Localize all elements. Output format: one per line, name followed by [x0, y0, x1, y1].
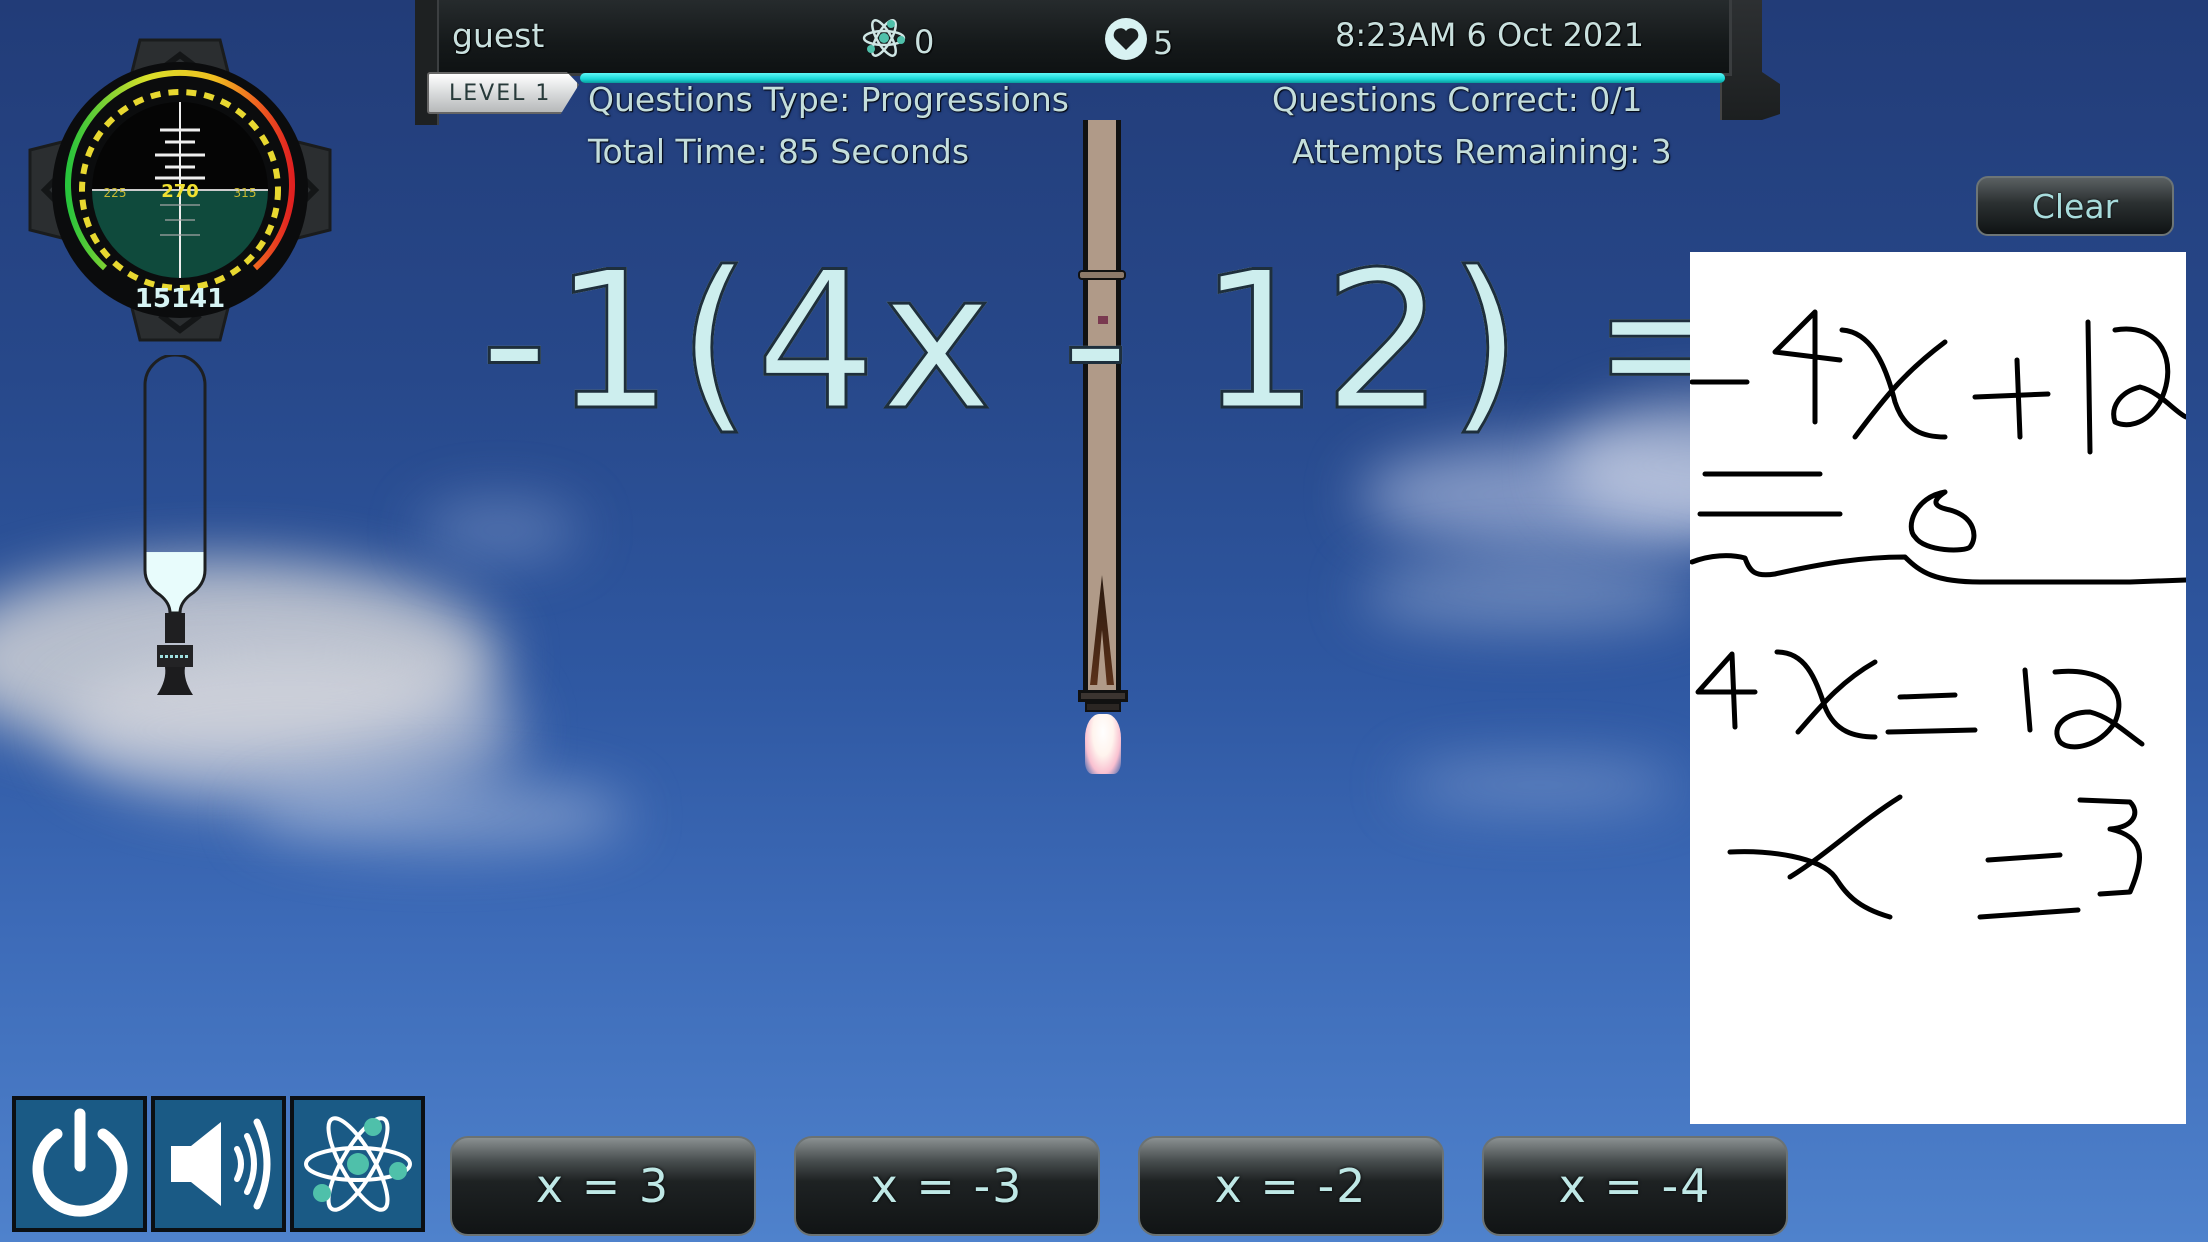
question-type: Questions Type: Progressions — [588, 80, 1069, 119]
cloud — [250, 780, 630, 850]
rocket-engine — [1085, 702, 1121, 712]
speaker-icon — [170, 1118, 270, 1210]
total-time: Total Time: 85 Seconds — [588, 132, 970, 171]
fuel-tank — [135, 353, 215, 705]
power-icon — [32, 1108, 127, 1217]
cloud — [420, 500, 580, 560]
stroke — [1972, 357, 2051, 440]
stroke — [1772, 309, 1843, 425]
stroke — [1885, 692, 1978, 735]
rocket-base — [1078, 690, 1128, 702]
stroke — [2085, 319, 2093, 455]
stroke — [1908, 489, 1977, 553]
answer-button-2[interactable]: x = -3 — [794, 1136, 1100, 1236]
altitude-readout: 15141 — [135, 284, 225, 314]
clear-button[interactable]: Clear — [1976, 176, 2174, 236]
scratchpad-canvas[interactable] — [1689, 252, 2189, 1124]
atom-counter: 0 — [860, 18, 934, 66]
questions-correct: Questions Correct: 0/1 — [1272, 80, 1643, 119]
stroke — [2111, 326, 2189, 427]
stroke — [1839, 327, 1948, 440]
heading-left: 225 — [104, 186, 127, 200]
cloud — [1400, 760, 1680, 810]
answer-options: x = 3 x = -3 x = -2 x = -4 — [450, 1136, 1788, 1236]
answer-button-4[interactable]: x = -4 — [1482, 1136, 1788, 1236]
stroke — [1727, 794, 1903, 920]
heading-right: 315 — [234, 186, 257, 200]
handwriting-strokes — [1689, 309, 2189, 920]
heart-icon — [1103, 16, 1149, 70]
level-badge: LEVEL 1 — [427, 72, 579, 114]
control-buttons — [12, 1096, 425, 1232]
heading-center: 270 — [161, 181, 199, 202]
stroke — [1689, 553, 2189, 585]
answer-button-3[interactable]: x = -2 — [1138, 1136, 1444, 1236]
datetime: 8:23AM 6 Oct 2021 — [1335, 16, 1644, 54]
stroke — [1977, 852, 2081, 920]
stroke — [2022, 667, 2033, 733]
stroke — [1774, 649, 1878, 740]
sound-button[interactable] — [151, 1096, 286, 1232]
atom-button[interactable] — [290, 1096, 425, 1232]
rocket-flame — [1085, 714, 1121, 774]
atom-count: 0 — [914, 23, 935, 61]
power-button[interactable] — [12, 1096, 147, 1232]
answer-button-1[interactable]: x = 3 — [450, 1136, 756, 1236]
lives-counter: 5 — [1103, 16, 1173, 70]
username: guest — [452, 16, 545, 55]
stroke — [2052, 668, 2145, 750]
stroke — [1695, 651, 1758, 730]
attempts-remaining: Attempts Remaining: 3 — [1292, 132, 1672, 171]
lives-count: 5 — [1153, 24, 1174, 62]
attitude-gauge: 270 225 315 15141 — [20, 30, 340, 350]
cloud — [1360, 560, 1700, 630]
stroke — [2077, 797, 2143, 897]
atom-icon — [303, 1116, 412, 1212]
atom-icon — [860, 18, 908, 66]
